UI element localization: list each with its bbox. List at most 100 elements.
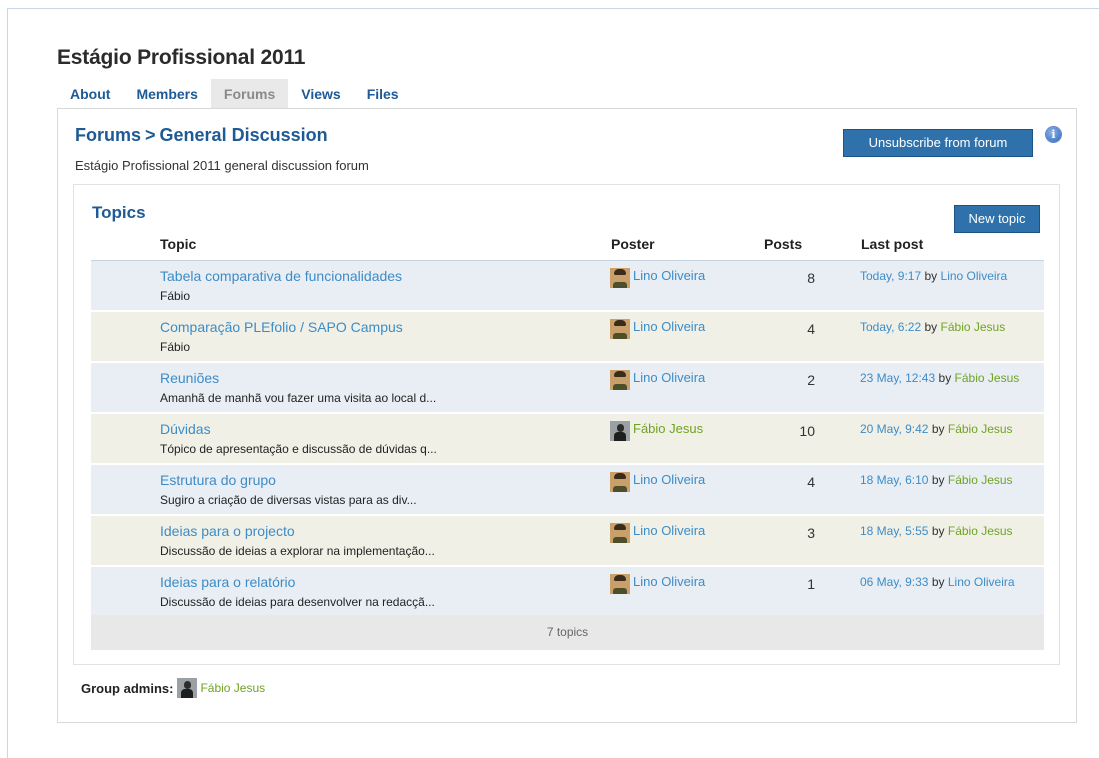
new-topic-button[interactable]: New topic: [954, 205, 1040, 233]
admin-name-link[interactable]: Fábio Jesus: [200, 681, 265, 695]
topic-title-link[interactable]: Comparação PLEfolio / SAPO Campus: [160, 319, 403, 335]
topic-last-post: 06 May, 9:33 by Lino Oliveira: [860, 573, 1036, 591]
last-post-by-label: by: [938, 371, 952, 385]
column-header-poster: Poster: [611, 236, 655, 252]
last-post-by-label: by: [931, 524, 945, 538]
topic-title-link[interactable]: Ideias para o projecto: [160, 523, 295, 539]
poster-name-link[interactable]: Lino Oliveira: [633, 523, 705, 538]
poster-name-link[interactable]: Lino Oliveira: [633, 574, 705, 589]
topic-excerpt: Amanhã de manhã vou fazer uma visita ao …: [160, 391, 437, 405]
topic-post-count: 3: [807, 525, 815, 541]
avatar[interactable]: [610, 370, 630, 390]
avatar[interactable]: [610, 574, 630, 594]
last-post-author-link[interactable]: Fábio Jesus: [941, 320, 1006, 334]
topics-table: Tabela comparativa de funcionalidades Fá…: [91, 260, 1044, 618]
topics-heading: Topics: [92, 203, 146, 222]
table-row: Tabela comparativa de funcionalidades Fá…: [91, 261, 1044, 312]
group-title: Estágio Profissional 2011: [57, 46, 306, 69]
last-post-date-link[interactable]: 23 May, 12:43: [860, 371, 935, 385]
last-post-date-link[interactable]: Today, 9:17: [860, 269, 921, 283]
group-admins: Group admins: Fábio Jesus: [81, 678, 265, 698]
poster-name-link[interactable]: Lino Oliveira: [633, 370, 705, 385]
last-post-author-link[interactable]: Fábio Jesus: [948, 473, 1013, 487]
topic-post-count: 1: [807, 576, 815, 592]
last-post-author-link[interactable]: Fábio Jesus: [955, 371, 1020, 385]
topic-post-count: 10: [799, 423, 815, 439]
poster-name-link[interactable]: Fábio Jesus: [633, 421, 703, 436]
group-admins-label: Group admins:: [81, 680, 174, 696]
last-post-by-label: by: [924, 269, 938, 283]
column-header-posts: Posts: [764, 236, 803, 252]
topic-last-post: Today, 6:22 by Fábio Jesus: [860, 318, 1036, 336]
column-header-last-post: Last post: [861, 236, 924, 252]
group-tabs: About Members Forums Views Files: [57, 79, 412, 109]
topic-excerpt: Fábio: [160, 340, 191, 354]
page-frame-left: [7, 8, 8, 758]
tab-forums[interactable]: Forums: [210, 79, 289, 109]
avatar[interactable]: [177, 678, 198, 698]
last-post-by-label: by: [931, 473, 945, 487]
topic-excerpt: Fábio: [160, 289, 191, 303]
topic-poster: Fábio Jesus: [610, 421, 703, 441]
unsubscribe-button[interactable]: Unsubscribe from forum: [843, 129, 1033, 157]
topic-poster: Lino Oliveira: [610, 268, 705, 288]
column-header-topic: Topic: [160, 236, 197, 252]
avatar[interactable]: [610, 319, 630, 339]
forum-description: Estágio Profissional 2011 general discus…: [75, 158, 369, 173]
topic-last-post: 20 May, 9:42 by Fábio Jesus: [860, 420, 1036, 438]
avatar[interactable]: [610, 472, 630, 492]
last-post-date-link[interactable]: 06 May, 9:33: [860, 575, 928, 589]
table-row: Ideias para o projecto Discussão de idei…: [91, 516, 1044, 567]
topic-poster: Lino Oliveira: [610, 319, 705, 339]
forum-name: General Discussion: [159, 125, 328, 145]
poster-name-link[interactable]: Lino Oliveira: [633, 472, 705, 487]
breadcrumb-separator: >: [145, 125, 156, 145]
last-post-author-link[interactable]: Lino Oliveira: [948, 575, 1015, 589]
topic-post-count: 2: [807, 372, 815, 388]
topic-excerpt: Discussão de ideias para desenvolver na …: [160, 595, 435, 609]
topic-excerpt: Discussão de ideias a explorar na implem…: [160, 544, 435, 558]
last-post-by-label: by: [931, 422, 945, 436]
avatar[interactable]: [610, 421, 630, 441]
poster-name-link[interactable]: Lino Oliveira: [633, 319, 705, 334]
topic-title-link[interactable]: Ideias para o relatório: [160, 574, 295, 590]
topic-last-post: Today, 9:17 by Lino Oliveira: [860, 267, 1036, 285]
avatar[interactable]: [610, 268, 630, 288]
page-frame-top: [7, 8, 1099, 9]
last-post-date-link[interactable]: Today, 6:22: [860, 320, 921, 334]
table-row: Reuniões Amanhã de manhã vou fazer uma v…: [91, 363, 1044, 414]
table-row: Comparação PLEfolio / SAPO Campus Fábio …: [91, 312, 1044, 363]
tab-members[interactable]: Members: [123, 79, 210, 109]
topic-poster: Lino Oliveira: [610, 370, 705, 390]
tab-files[interactable]: Files: [354, 79, 412, 109]
topic-poster: Lino Oliveira: [610, 574, 705, 594]
last-post-author-link[interactable]: Fábio Jesus: [948, 524, 1013, 538]
last-post-date-link[interactable]: 18 May, 6:10: [860, 473, 928, 487]
tab-views[interactable]: Views: [288, 79, 353, 109]
breadcrumb-forums-link[interactable]: Forums: [75, 125, 141, 145]
avatar[interactable]: [610, 523, 630, 543]
topic-count-footer: 7 topics: [91, 615, 1044, 650]
topic-title-link[interactable]: Reuniões: [160, 370, 219, 386]
last-post-author-link[interactable]: Lino Oliveira: [941, 269, 1008, 283]
last-post-date-link[interactable]: 20 May, 9:42: [860, 422, 928, 436]
tab-about[interactable]: About: [57, 79, 123, 109]
last-post-author-link[interactable]: Fábio Jesus: [948, 422, 1013, 436]
last-post-date-link[interactable]: 18 May, 5:55: [860, 524, 928, 538]
topic-excerpt: Sugiro a criação de diversas vistas para…: [160, 493, 417, 507]
topic-post-count: 4: [807, 321, 815, 337]
poster-name-link[interactable]: Lino Oliveira: [633, 268, 705, 283]
table-row: Estrutura do grupo Sugiro a criação de d…: [91, 465, 1044, 516]
info-icon[interactable]: i: [1046, 127, 1061, 142]
topic-post-count: 8: [807, 270, 815, 286]
topic-title-link[interactable]: Dúvidas: [160, 421, 211, 437]
last-post-by-label: by: [924, 320, 938, 334]
topic-last-post: 18 May, 6:10 by Fábio Jesus: [860, 471, 1036, 489]
topic-post-count: 4: [807, 474, 815, 490]
topic-excerpt: Tópico de apresentação e discussão de dú…: [160, 442, 437, 456]
topic-poster: Lino Oliveira: [610, 472, 705, 492]
topic-title-link[interactable]: Tabela comparativa de funcionalidades: [160, 268, 402, 284]
topic-title-link[interactable]: Estrutura do grupo: [160, 472, 276, 488]
topic-last-post: 23 May, 12:43 by Fábio Jesus: [860, 369, 1036, 387]
topic-poster: Lino Oliveira: [610, 523, 705, 543]
